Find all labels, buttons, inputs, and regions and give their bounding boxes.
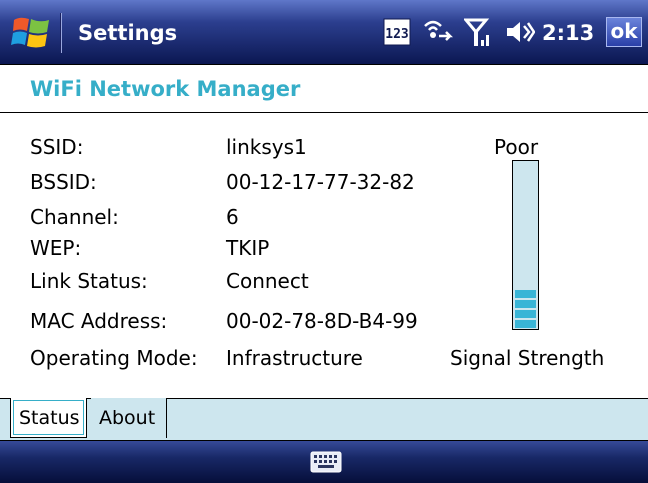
- operating-mode-label: Operating Mode:: [30, 346, 198, 370]
- svg-text:123: 123: [385, 27, 408, 42]
- tab-strip: Status About: [0, 398, 648, 440]
- tab-about[interactable]: About: [91, 398, 167, 438]
- page-title: WiFi Network Manager: [30, 77, 301, 101]
- clock[interactable]: 2:13: [542, 18, 594, 48]
- connectivity-icon[interactable]: [421, 16, 453, 48]
- keyboard-icon[interactable]: [310, 450, 342, 474]
- page-header: WiFi Network Manager: [0, 65, 648, 113]
- signal-meter-bar: [515, 290, 536, 298]
- info-row-link-status: Link Status: Connect: [0, 266, 460, 296]
- mac-address-label: MAC Address:: [30, 309, 168, 333]
- app-title: Settings: [78, 21, 178, 45]
- wep-value: TKIP: [226, 236, 270, 260]
- windows-start-icon[interactable]: [10, 10, 54, 54]
- signal-meter-bar: [515, 310, 536, 318]
- ssid-value: linksys1: [226, 135, 307, 159]
- title-divider: [60, 13, 61, 53]
- channel-label: Channel:: [30, 205, 119, 229]
- info-row-wep: WEP: TKIP: [0, 233, 460, 263]
- status-panel: SSID: linksys1 BSSID: 00-12-17-77-32-82 …: [0, 113, 648, 398]
- info-row-operating-mode: Operating Mode: Infrastructure: [0, 343, 460, 373]
- volume-icon[interactable]: [505, 16, 535, 48]
- info-row-ssid: SSID: linksys1: [0, 132, 460, 162]
- link-status-label: Link Status:: [30, 269, 148, 293]
- taskbar: Settings 123 2:13 ok: [0, 0, 648, 65]
- link-status-value: Connect: [226, 269, 309, 293]
- tab-status[interactable]: Status: [10, 398, 87, 438]
- signal-meter-bar: [515, 300, 536, 308]
- signal-strength-label: Signal Strength: [450, 346, 605, 370]
- bssid-value: 00-12-17-77-32-82: [226, 170, 415, 194]
- channel-value: 6: [226, 205, 239, 229]
- ok-button[interactable]: ok: [606, 17, 642, 47]
- tab-about-label: About: [99, 407, 156, 429]
- info-row-channel: Channel: 6: [0, 202, 460, 232]
- signal-quality-label: Poor: [494, 135, 539, 159]
- ime-123-icon[interactable]: 123: [383, 16, 411, 48]
- signal-meter-bar: [515, 320, 536, 328]
- soft-key-bar: [0, 440, 648, 483]
- operating-mode-value: Infrastructure: [226, 346, 363, 370]
- info-row-mac-address: MAC Address: 00-02-78-8D-B4-99: [0, 306, 460, 336]
- ssid-label: SSID:: [30, 135, 84, 159]
- tab-focus-rect: [13, 400, 84, 435]
- bssid-label: BSSID:: [30, 170, 97, 194]
- info-row-bssid: BSSID: 00-12-17-77-32-82: [0, 167, 460, 197]
- signal-strength-meter: [512, 160, 539, 330]
- signal-icon[interactable]: [464, 16, 490, 48]
- signal-meter-bars: [515, 288, 536, 328]
- wep-label: WEP:: [30, 236, 82, 260]
- mac-address-value: 00-02-78-8D-B4-99: [226, 309, 418, 333]
